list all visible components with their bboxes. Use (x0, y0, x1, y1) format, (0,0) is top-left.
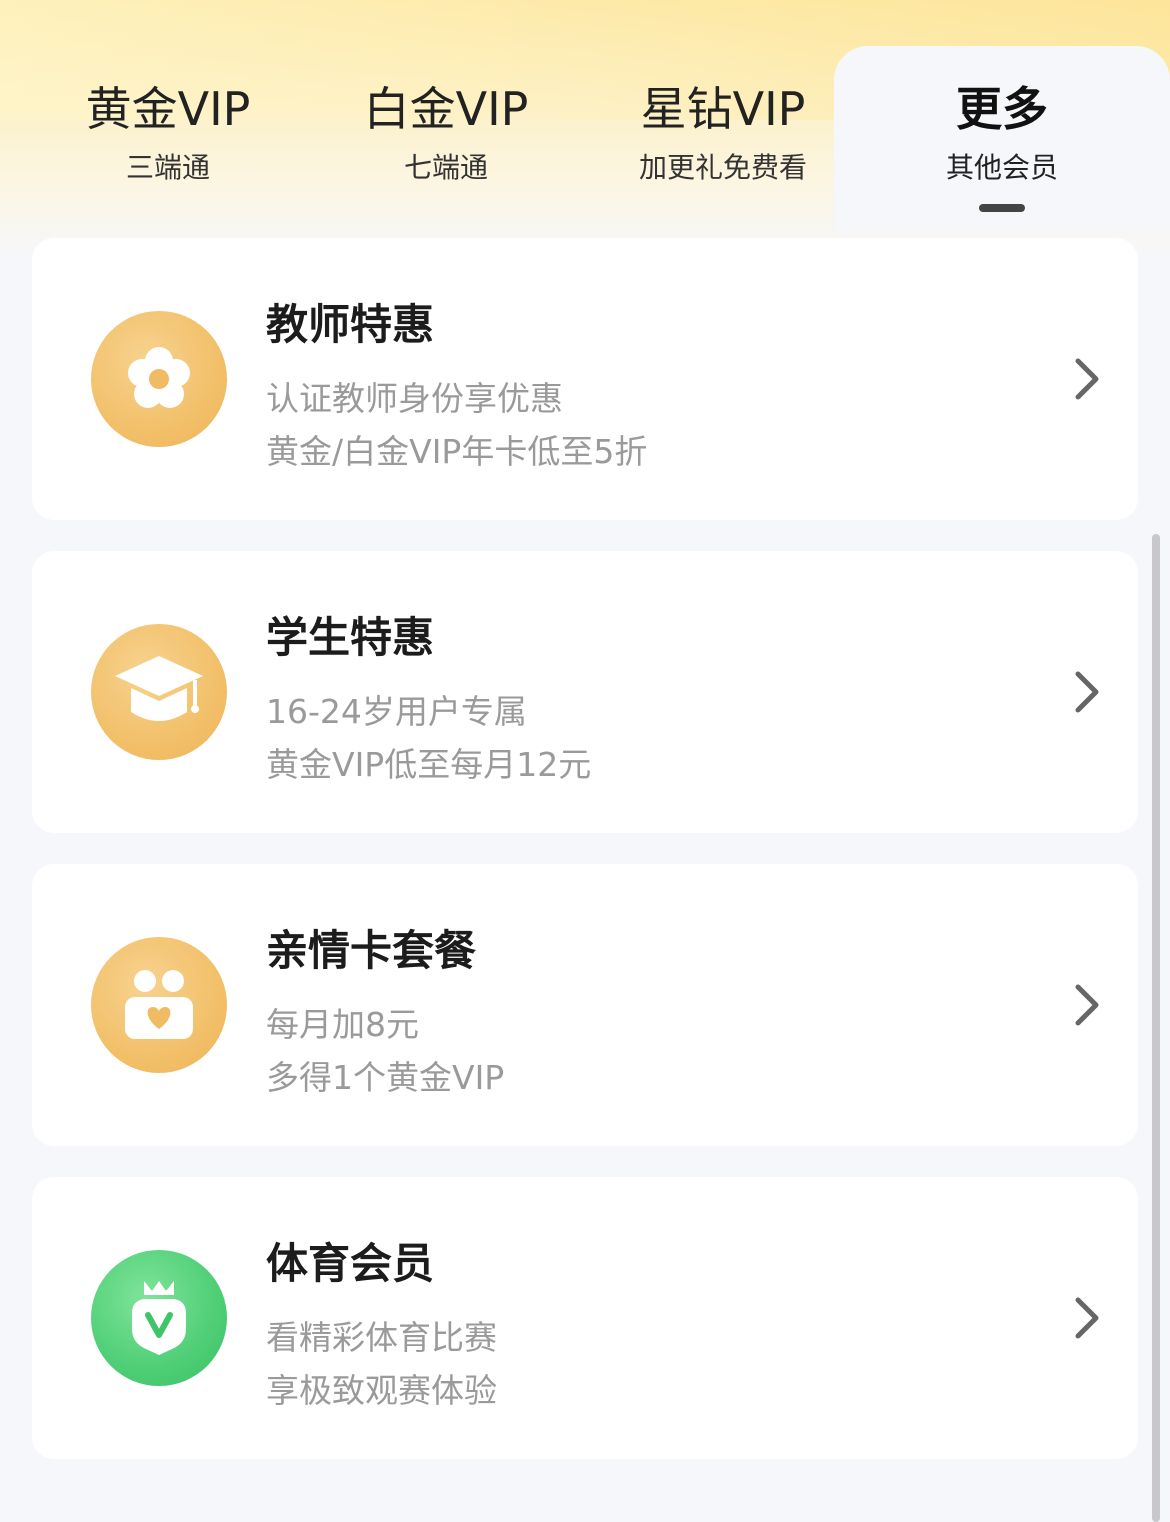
chevron-right-icon (1075, 1297, 1099, 1339)
tab-platinum-vip[interactable]: 白金VIP 七端通 (308, 46, 584, 232)
card-description: 黄金VIP低至每月12元 (266, 745, 592, 784)
card-description: 每月加8元 (266, 1005, 419, 1044)
chevron-right-icon (1075, 671, 1099, 713)
card-title: 亲情卡套餐 (266, 926, 477, 975)
tab-label: 黄金VIP (85, 82, 251, 136)
card-description: 多得1个黄金VIP (266, 1058, 505, 1097)
card-teacher-offer[interactable]: 教师特惠 认证教师身份享优惠 黄金/白金VIP年卡低至5折 (32, 238, 1138, 520)
scrollbar[interactable] (1152, 534, 1160, 1522)
card-title: 教师特惠 (266, 300, 435, 349)
tab-label: 星钻VIP (640, 82, 806, 136)
tab-label: 白金VIP (363, 82, 529, 136)
card-title: 学生特惠 (266, 613, 435, 662)
card-description: 认证教师身份享优惠 (266, 379, 563, 418)
tab-star-diamond-vip[interactable]: 星钻VIP 加更礼免费看 (584, 46, 862, 232)
tab-gold-vip[interactable]: 黄金VIP 三端通 (30, 46, 306, 232)
card-description: 享极致观赛体验 (266, 1371, 497, 1410)
tab-subtitle: 加更礼免费看 (638, 151, 807, 184)
tab-label: 更多 (956, 82, 1048, 136)
active-tab-indicator (979, 204, 1025, 212)
card-student-offer[interactable]: 学生特惠 16-24岁用户专属 黄金VIP低至每月12元 (32, 551, 1138, 833)
card-sports-membership[interactable]: 体育会员 看精彩体育比赛 享极致观赛体验 (32, 1177, 1138, 1459)
card-description: 黄金/白金VIP年卡低至5折 (266, 432, 648, 471)
chevron-right-icon (1075, 984, 1099, 1026)
sports-v-crown-icon (91, 1250, 227, 1386)
card-description: 16-24岁用户专属 (266, 692, 527, 731)
vip-tab-bar: 黄金VIP 三端通 白金VIP 七端通 星钻VIP 加更礼免费看 更多 其他会员 (0, 0, 1170, 232)
tab-subtitle: 三端通 (125, 151, 210, 184)
chevron-right-icon (1075, 358, 1099, 400)
tab-subtitle: 七端通 (403, 151, 488, 184)
graduation-cap-icon (91, 624, 227, 760)
flower-icon (91, 311, 227, 447)
family-heart-icon (91, 937, 227, 1073)
card-title: 体育会员 (266, 1239, 435, 1288)
card-family-package[interactable]: 亲情卡套餐 每月加8元 多得1个黄金VIP (32, 864, 1138, 1146)
card-description: 看精彩体育比赛 (266, 1318, 497, 1357)
tab-subtitle: 其他会员 (945, 151, 1058, 184)
tab-more[interactable]: 更多 其他会员 (834, 46, 1170, 232)
